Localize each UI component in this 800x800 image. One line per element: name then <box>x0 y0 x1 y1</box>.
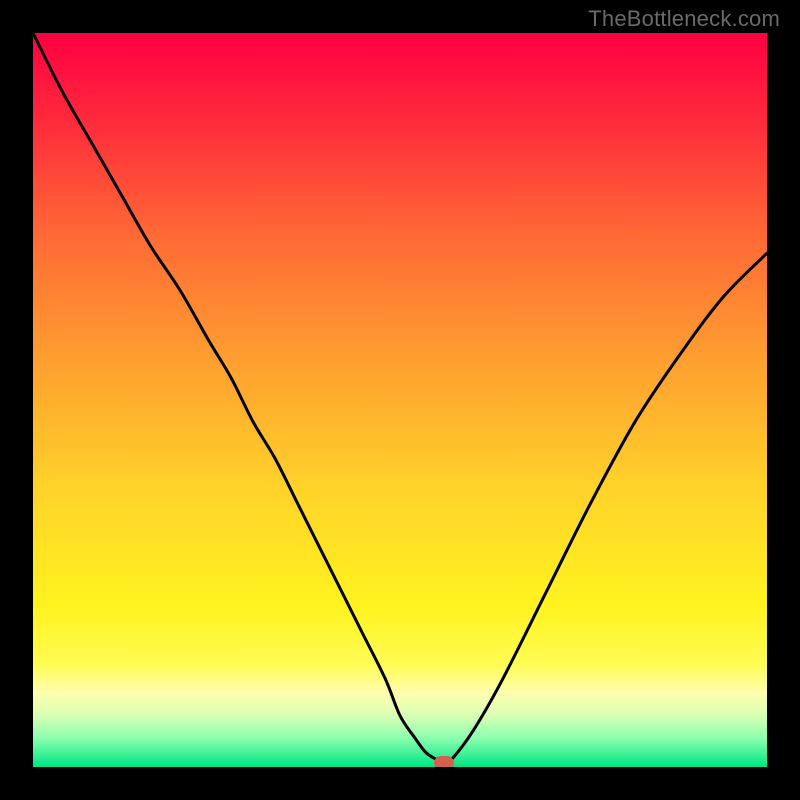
plot-area <box>33 33 767 767</box>
bottleneck-curve <box>33 33 767 767</box>
optimum-marker-icon <box>434 756 454 767</box>
chart-frame: TheBottleneck.com <box>0 0 800 800</box>
watermark-text: TheBottleneck.com <box>588 6 780 32</box>
